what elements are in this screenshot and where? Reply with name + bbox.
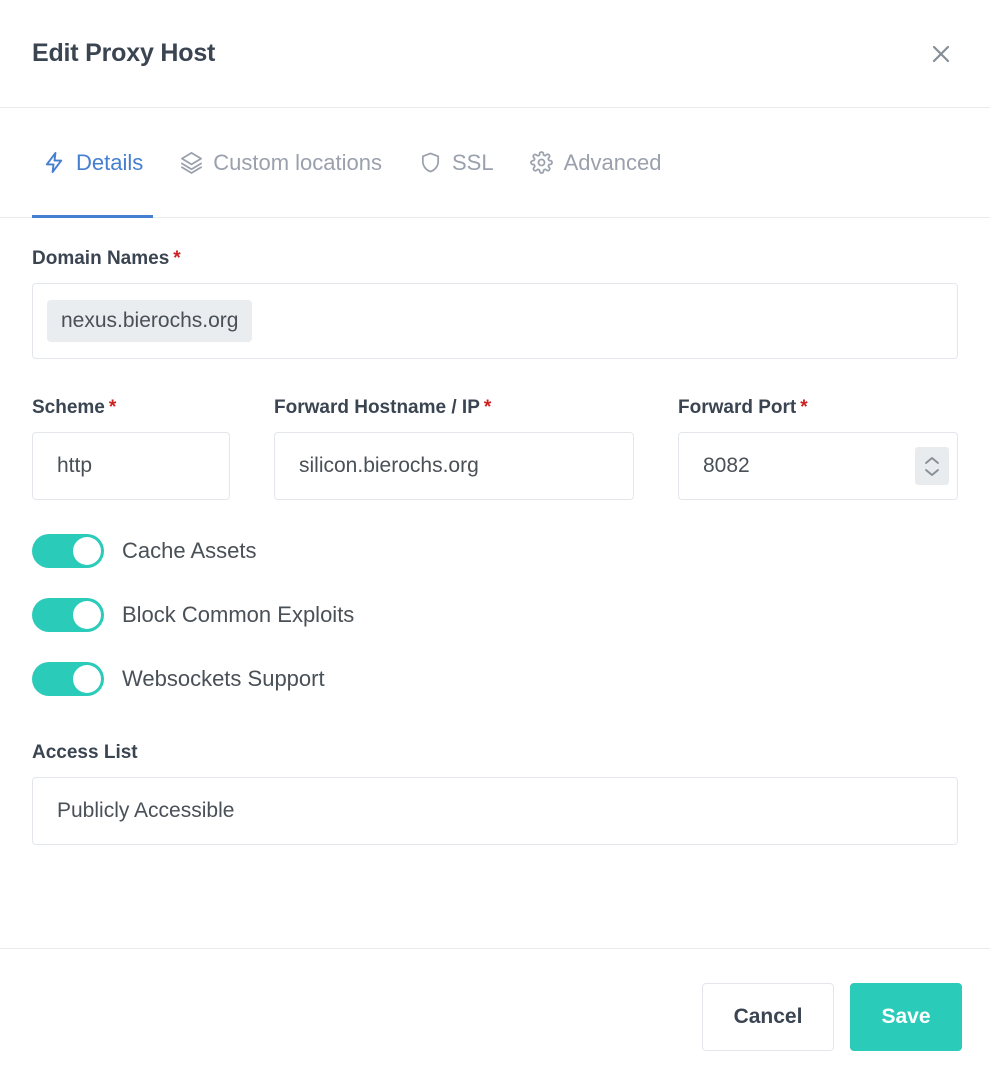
forward-hostname-field: Forward Hostname / IP* silicon.bierochs.…: [274, 397, 634, 500]
switch-knob: [73, 601, 101, 629]
page-title: Edit Proxy Host: [32, 39, 215, 68]
scheme-field: Scheme* http: [32, 397, 230, 500]
scheme-label-text: Scheme: [32, 397, 105, 418]
cancel-button[interactable]: Cancel: [702, 983, 834, 1051]
tab-ssl-label: SSL: [452, 150, 494, 176]
cache-assets-switch[interactable]: [32, 534, 104, 568]
chevron-down-icon: [924, 468, 940, 477]
chevron-up-icon: [924, 456, 940, 465]
zap-icon: [42, 151, 66, 175]
gear-icon: [530, 151, 554, 175]
access-list-select[interactable]: Publicly Accessible: [32, 777, 958, 845]
shield-icon: [418, 151, 442, 175]
switch-knob: [73, 537, 101, 565]
tab-custom-locations[interactable]: Custom locations: [161, 108, 400, 217]
close-icon[interactable]: [924, 37, 958, 71]
websockets-support-label: Websockets Support: [122, 666, 325, 692]
required-asterisk: *: [800, 397, 807, 418]
toggle-websockets-support[interactable]: Websockets Support: [32, 662, 522, 696]
toggle-group: Cache Assets Block Common Exploits Webso…: [32, 534, 958, 726]
toggle-block-common-exploits[interactable]: Block Common Exploits: [32, 598, 522, 632]
domain-names-field: Domain Names* nexus.bierochs.org: [32, 248, 958, 359]
access-list-label: Access List: [32, 742, 958, 764]
domain-names-label-text: Domain Names: [32, 248, 169, 269]
forward-port-label-text: Forward Port: [678, 397, 796, 418]
required-asterisk: *: [109, 397, 116, 418]
forward-hostname-label-text: Forward Hostname / IP: [274, 397, 480, 418]
cache-assets-label: Cache Assets: [122, 538, 257, 564]
tab-ssl[interactable]: SSL: [400, 108, 512, 217]
required-asterisk: *: [173, 248, 180, 269]
tab-details-label: Details: [76, 150, 143, 176]
layers-icon: [179, 151, 203, 175]
save-button[interactable]: Save: [850, 983, 962, 1051]
websockets-support-switch[interactable]: [32, 662, 104, 696]
block-common-exploits-switch[interactable]: [32, 598, 104, 632]
tab-advanced-label: Advanced: [564, 150, 662, 176]
scheme-select[interactable]: http: [32, 432, 230, 500]
tab-advanced[interactable]: Advanced: [512, 108, 680, 217]
forward-port-field: Forward Port* 8082: [678, 397, 958, 500]
domain-names-label: Domain Names*: [32, 248, 958, 270]
access-list-field: Access List Publicly Accessible: [32, 742, 958, 845]
forward-port-label: Forward Port*: [678, 397, 958, 419]
scheme-label: Scheme*: [32, 397, 230, 419]
domain-tag[interactable]: nexus.bierochs.org: [47, 300, 252, 341]
forward-port-input[interactable]: 8082: [678, 432, 958, 500]
forward-settings-row: Scheme* http Forward Hostname / IP* sili…: [32, 397, 958, 500]
block-common-exploits-label: Block Common Exploits: [122, 602, 354, 628]
quantity-stepper[interactable]: [915, 447, 949, 485]
domain-names-input[interactable]: nexus.bierochs.org: [32, 283, 958, 359]
tab-custom-locations-label: Custom locations: [213, 150, 382, 176]
forward-hostname-label: Forward Hostname / IP*: [274, 397, 634, 419]
required-asterisk: *: [484, 397, 491, 418]
modal-footer: Cancel Save: [0, 948, 990, 1084]
modal-header: Edit Proxy Host: [0, 0, 990, 108]
edit-proxy-host-modal: Edit Proxy Host Details: [0, 0, 990, 1084]
forward-port-value: 8082: [703, 454, 750, 478]
switch-knob: [73, 665, 101, 693]
tab-bar: Details Custom locations SSL: [0, 108, 990, 218]
toggle-cache-assets[interactable]: Cache Assets: [32, 534, 522, 568]
tab-details[interactable]: Details: [24, 108, 161, 217]
modal-body: Domain Names* nexus.bierochs.org Scheme*…: [0, 218, 990, 948]
forward-hostname-input[interactable]: silicon.bierochs.org: [274, 432, 634, 500]
